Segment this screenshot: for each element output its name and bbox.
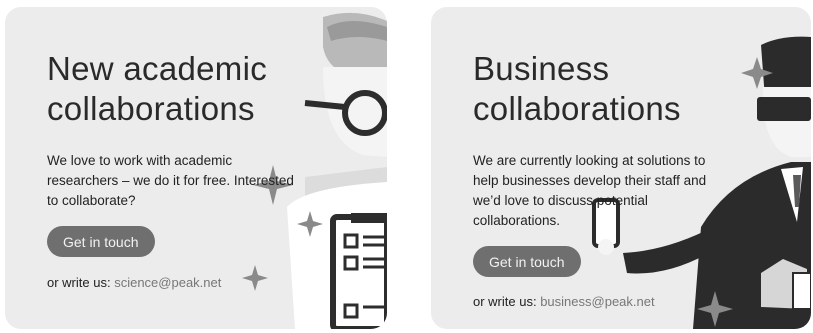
business-get-in-touch-button[interactable]: Get in touch <box>473 246 581 277</box>
business-email-link[interactable]: business@peak.net <box>540 294 654 309</box>
academic-get-in-touch-button[interactable]: Get in touch <box>47 226 155 257</box>
write-us-label: or write us: <box>47 275 111 290</box>
academic-title: New academic collaborations <box>47 50 268 127</box>
academic-description: We love to work with academic researcher… <box>47 153 294 208</box>
academic-contact-line: or write us: science@peak.net <box>47 275 221 290</box>
business-contact-line: or write us: business@peak.net <box>473 294 655 309</box>
sparkle-icon <box>242 265 268 291</box>
academic-email-link[interactable]: science@peak.net <box>114 275 221 290</box>
business-title: Business collaborations <box>473 50 681 127</box>
business-card: Business collaborations We are currently… <box>431 7 811 329</box>
academic-card: New academic collaborations We love to w… <box>5 7 387 329</box>
business-description: We are currently looking at solutions to… <box>473 153 707 228</box>
write-us-label: or write us: <box>473 294 537 309</box>
